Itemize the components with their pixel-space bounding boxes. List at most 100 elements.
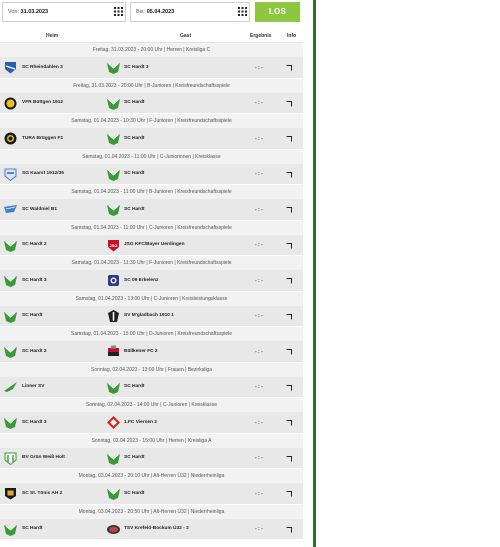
match-row[interactable]: Linner SV SC Hardt - : - bbox=[0, 376, 303, 398]
info-arrow-icon[interactable] bbox=[286, 100, 292, 107]
match-block: Montag, 03.04.2023 - 20:10 Uhr | Alt-Her… bbox=[0, 469, 303, 505]
info-arrow-icon[interactable] bbox=[286, 136, 292, 142]
match-score: - : - bbox=[255, 242, 263, 248]
info-arrow-icon[interactable] bbox=[286, 455, 292, 462]
home-team-name[interactable]: TURA Brüggen F1 bbox=[22, 136, 63, 141]
match-score: - : - bbox=[255, 64, 263, 71]
info-arrow-icon[interactable] bbox=[286, 278, 292, 284]
match-header: Sonntag, 02.04.2023 - 13:00 Uhr | Frauen… bbox=[0, 362, 303, 377]
home-team-name[interactable]: SC Hardt bbox=[22, 526, 43, 531]
match-row[interactable]: SC Hardt SV M'gladbach 1910 1 - : - bbox=[0, 305, 303, 327]
match-row[interactable]: SG Kaarst 1912/35 SC Hardt - : - bbox=[0, 163, 303, 185]
match-row[interactable]: SC Hardt 3 1.FC Viersen 2 - : - bbox=[0, 412, 303, 434]
match-row[interactable]: VFR Büttgen 1912 SC Hardt - : - bbox=[0, 92, 303, 114]
home-team-name[interactable]: SC Hardt 2 bbox=[22, 242, 47, 247]
away-team-name[interactable]: SC Hardt bbox=[124, 384, 145, 389]
away-team-name[interactable]: SC 09 Erkelenz bbox=[124, 278, 158, 283]
match-row[interactable]: BV Grün Weiß Holt SC Hardt - : - bbox=[0, 447, 303, 469]
home-team-crest-icon bbox=[5, 488, 16, 500]
home-team-crest-icon bbox=[4, 132, 17, 145]
match-block: Samstag, 01.04.2023 - 10:30 Uhr | F-Juni… bbox=[0, 114, 303, 150]
date-from-value: 31.03.2023 bbox=[20, 9, 49, 15]
match-score: - : - bbox=[255, 384, 263, 390]
info-arrow-icon[interactable] bbox=[286, 491, 292, 497]
home-team-name[interactable]: SG Kaarst 1912/35 bbox=[22, 171, 64, 176]
info-arrow-icon[interactable] bbox=[286, 65, 292, 71]
calendar-icon[interactable] bbox=[238, 7, 247, 16]
match-row[interactable]: SC Rheindahlen 3 SC Hardt 3 - : - bbox=[0, 57, 303, 79]
home-team-crest-icon bbox=[4, 97, 17, 109]
match-list: Freitag, 31.03.2023 - 20:00 Uhr | Herren… bbox=[0, 43, 303, 540]
home-team-name[interactable]: SC St. Tönis AH 2 bbox=[22, 491, 62, 496]
match-block: Sonntag, 02.04.2023 - 13:00 Uhr | Frauen… bbox=[0, 362, 303, 398]
away-team-name[interactable]: SC Hardt 3 bbox=[124, 65, 149, 70]
home-team-crest-icon bbox=[4, 452, 17, 465]
match-row[interactable]: TURA Brüggen F1 SC Hardt - : - bbox=[0, 128, 303, 150]
date-to-field[interactable]: Bis: 05.04.2023 bbox=[130, 2, 250, 22]
info-arrow-icon[interactable] bbox=[286, 384, 292, 391]
match-row[interactable]: SC Hardt 2 JSG JSG KFC/Bayer Uerdingen - : … bbox=[0, 234, 303, 256]
away-team-name[interactable]: SC Hardt bbox=[124, 136, 145, 141]
home-team-name[interactable]: BV Grün Weiß Holt bbox=[22, 455, 65, 460]
match-block: Montag, 03.04.2023 - 20:50 Uhr | Alt-Her… bbox=[0, 504, 303, 540]
home-team-name[interactable]: SC Rheindahlen 3 bbox=[22, 65, 63, 70]
match-block: Samstag, 01.04.2023 - 15:00 Uhr | D-Juni… bbox=[0, 327, 303, 363]
home-team-crest-icon bbox=[4, 347, 17, 358]
match-row[interactable]: SC St. Tönis AH 2 SC Hardt - : - bbox=[0, 483, 303, 505]
away-team-crest-icon bbox=[107, 382, 120, 394]
info-arrow-icon[interactable] bbox=[286, 242, 292, 249]
away-team-name[interactable]: TSV Krefeld-Bockum Ü32 - 2 bbox=[124, 526, 189, 531]
away-team-name[interactable]: SC Hardt bbox=[124, 455, 145, 460]
match-score: - : - bbox=[255, 490, 263, 497]
away-team-name[interactable]: SC Hardt bbox=[124, 491, 145, 496]
info-arrow-icon[interactable] bbox=[286, 207, 292, 213]
match-row[interactable]: SC Waldniel B1 SC Hardt - : - bbox=[0, 199, 303, 221]
home-team-crest-icon bbox=[4, 418, 17, 429]
home-team-name[interactable]: SC Hardt 2 bbox=[22, 349, 47, 354]
home-team-crest-icon bbox=[4, 240, 17, 252]
away-team-name[interactable]: Büllkener FC 2 bbox=[124, 349, 158, 354]
home-team-name[interactable]: Linner SV bbox=[22, 384, 44, 389]
away-team-crest-icon bbox=[107, 453, 120, 465]
home-team-crest-icon bbox=[4, 381, 17, 392]
match-row[interactable]: SC Hardt TSV Krefeld-Bockum Ü32 - 2 - : - bbox=[0, 518, 303, 540]
match-score: - : - bbox=[255, 526, 263, 532]
match-table: Heim Gast Ergebnis Info Freitag, 31.03.2… bbox=[0, 29, 303, 540]
away-team-crest-icon bbox=[107, 63, 120, 74]
away-team-crest-icon bbox=[107, 169, 120, 181]
info-arrow-icon[interactable] bbox=[286, 420, 292, 426]
match-score: - : - bbox=[255, 135, 263, 142]
home-team-name[interactable]: SC Waldniel B1 bbox=[22, 207, 57, 212]
match-row[interactable]: SC Hardt 2 Büllkener FC 2 - : - bbox=[0, 341, 303, 363]
match-header: Samstag, 01.04.2023 - 11:00 Uhr | C-Juni… bbox=[0, 149, 303, 164]
away-team-name[interactable]: SV M'gladbach 1910 1 bbox=[124, 313, 174, 318]
away-team-name[interactable]: JSG KFC/Bayer Uerdingen bbox=[124, 242, 185, 247]
match-score: - : - bbox=[255, 277, 263, 284]
submit-button[interactable]: LOS bbox=[255, 2, 300, 22]
home-team-name[interactable]: SC Hardt 3 bbox=[22, 278, 47, 283]
away-team-crest-icon: JSG bbox=[108, 239, 119, 251]
match-row[interactable]: SC Hardt 3 SC 09 Erkelenz - : - bbox=[0, 270, 303, 292]
info-arrow-icon[interactable] bbox=[286, 313, 292, 320]
home-team-name[interactable]: VFR Büttgen 1912 bbox=[22, 100, 63, 105]
away-team-name[interactable]: SC Hardt bbox=[124, 207, 145, 212]
home-team-name[interactable]: SC Hardt 3 bbox=[22, 420, 47, 425]
date-from-label: Von: bbox=[8, 9, 20, 15]
match-header: Freitag, 31.03.2023 - 20:00 Uhr | B-Juni… bbox=[0, 78, 303, 93]
away-team-name[interactable]: 1.FC Viersen 2 bbox=[124, 420, 157, 425]
info-arrow-icon[interactable] bbox=[286, 349, 292, 355]
away-team-name[interactable]: SC Hardt bbox=[124, 171, 145, 176]
info-arrow-icon[interactable] bbox=[286, 526, 292, 533]
info-arrow-icon[interactable] bbox=[286, 171, 292, 178]
away-team-crest-icon bbox=[107, 489, 120, 500]
match-header: Samstag, 01.04.2023 - 13:00 Uhr | C-Juni… bbox=[0, 291, 303, 306]
match-block: Samstag, 01.04.2023 - 11:00 Uhr | C-Juni… bbox=[0, 149, 303, 185]
away-team-crest-icon bbox=[107, 416, 120, 429]
date-from-field[interactable]: Von: 31.03.2023 bbox=[2, 2, 126, 22]
match-header: Sonntag, 02.04.2023 - 15:00 Uhr | Herren… bbox=[0, 433, 303, 448]
away-team-name[interactable]: SC Hardt bbox=[124, 100, 145, 105]
column-away: Gast bbox=[180, 33, 192, 39]
calendar-icon[interactable] bbox=[114, 7, 123, 16]
home-team-name[interactable]: SC Hardt bbox=[22, 313, 43, 318]
match-header: Sonntag, 02.04.2023 - 14:00 Uhr | C-Juni… bbox=[0, 398, 303, 412]
